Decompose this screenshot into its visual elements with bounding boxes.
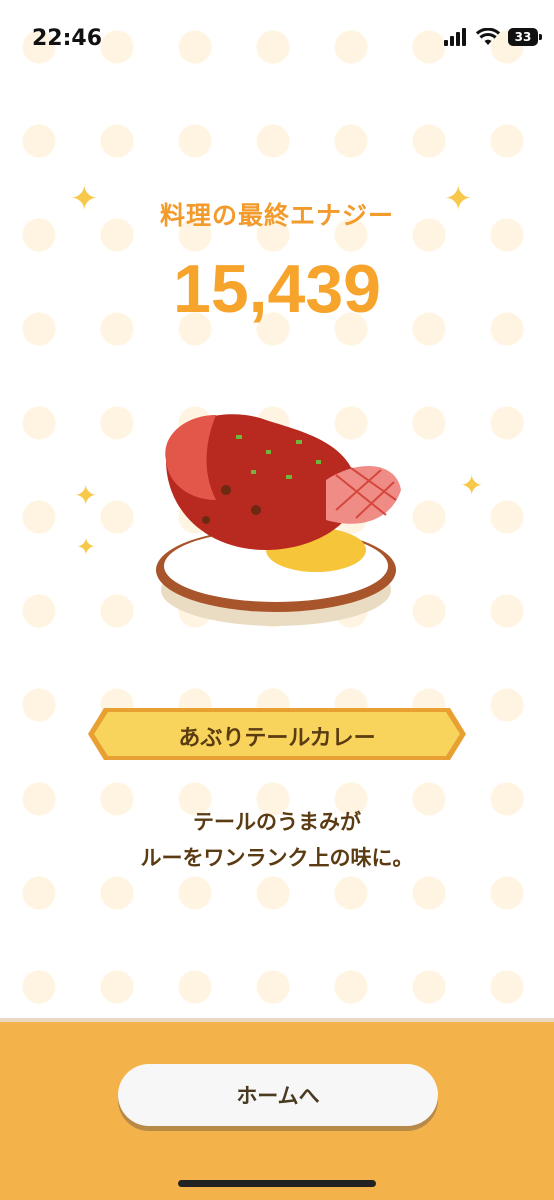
home-indicator[interactable] <box>178 1180 376 1187</box>
status-bar: 22:46 33 <box>0 0 554 80</box>
dish-illustration <box>156 414 401 626</box>
home-button[interactable]: ホームへ <box>118 1064 438 1126</box>
dish-description: テールのうまみが ルーをワンランク上の味に。 <box>0 804 554 876</box>
dish-name: あぶりテールカレー <box>178 726 376 751</box>
wifi-icon <box>476 28 500 45</box>
final-energy-value: 15,439 <box>173 251 381 327</box>
sparkle-icon: ✦ <box>460 469 484 502</box>
cellular-signal-icon <box>444 28 466 46</box>
status-time: 22:46 <box>32 26 103 51</box>
description-line-2: ルーをワンランク上の味に。 <box>140 846 414 870</box>
sparkle-icon: ✦ <box>76 533 97 561</box>
sparkle-icon: ✦ <box>74 479 98 512</box>
description-line-1: テールのうまみが <box>193 810 361 834</box>
status-icons: 33 <box>444 28 542 46</box>
dish-name-plate: あぶりテールカレー <box>86 706 468 762</box>
final-energy-title: 料理の最終エナジー <box>159 201 394 230</box>
battery-icon: 33 <box>508 28 542 46</box>
